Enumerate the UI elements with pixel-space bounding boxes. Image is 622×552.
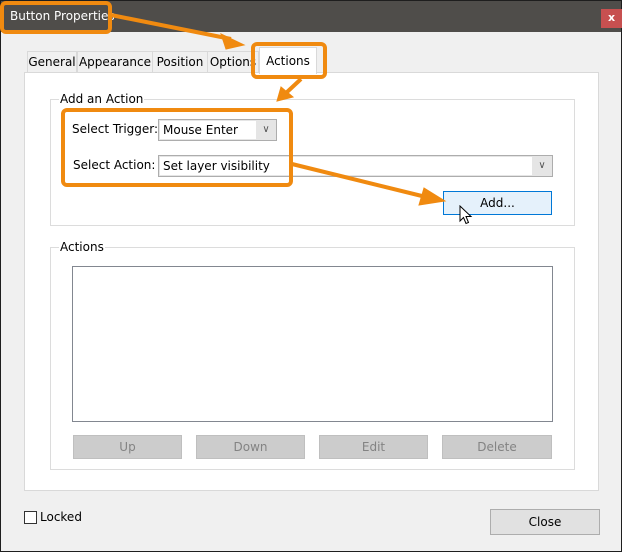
tab-appearance[interactable]: Appearance	[77, 51, 153, 73]
select-trigger-value: Mouse Enter	[160, 121, 256, 139]
tab-position[interactable]: Position	[152, 51, 208, 73]
tab-label: Position	[156, 55, 204, 69]
arrowhead-title-to-tab	[220, 33, 246, 50]
tab-options[interactable]: Options	[207, 51, 259, 73]
edit-action-button-label: Edit	[361, 440, 386, 454]
close-button-label: Close	[528, 515, 562, 529]
select-trigger-label: Select Trigger:	[72, 122, 159, 136]
tab-label: Options	[209, 55, 257, 69]
actions-tab-panel: Add an Action Select Trigger: Mouse Ente…	[24, 72, 599, 491]
title-bar: Button Properties x	[1, 1, 622, 32]
select-action-dropdown[interactable]: Set layer visibility ∨	[158, 155, 553, 177]
add-action-group-label: Add an Action	[59, 92, 145, 106]
add-action-button[interactable]: Add...	[443, 191, 552, 215]
locked-label[interactable]: Locked	[40, 510, 82, 524]
delete-action-button[interactable]: Delete	[442, 435, 552, 459]
tab-label: Appearance	[78, 55, 152, 69]
select-trigger-dropdown[interactable]: Mouse Enter ∨	[158, 119, 277, 141]
tab-actions[interactable]: Actions	[259, 47, 317, 74]
add-action-button-label: Add...	[480, 196, 515, 210]
button-properties-dialog: Button Properties x General Appearance P…	[0, 0, 622, 552]
locked-checkbox[interactable]	[24, 511, 37, 524]
tab-general[interactable]: General	[27, 51, 77, 73]
select-action-label: Select Action:	[73, 158, 156, 172]
tab-label: Actions	[266, 54, 310, 68]
close-window-button[interactable]: x	[601, 9, 622, 28]
close-button[interactable]: Close	[490, 509, 600, 535]
move-down-button-label: Down	[233, 440, 268, 454]
edit-action-button[interactable]: Edit	[319, 435, 428, 459]
move-up-button[interactable]: Up	[73, 435, 182, 459]
select-action-value: Set layer visibility	[160, 157, 532, 175]
actions-group-label: Actions	[59, 240, 105, 254]
tab-label: General	[28, 55, 76, 69]
close-icon: x	[607, 11, 616, 24]
add-action-group: Add an Action Select Trigger: Mouse Ente…	[50, 92, 575, 226]
chevron-down-icon: ∨	[538, 160, 546, 171]
move-down-button[interactable]: Down	[196, 435, 305, 459]
window-title: Button Properties	[10, 9, 115, 23]
actions-list[interactable]	[72, 266, 553, 422]
delete-action-button-label: Delete	[477, 440, 517, 454]
actions-group: Actions Up Down Edit Delete	[50, 240, 575, 470]
move-up-button-label: Up	[119, 440, 136, 454]
chevron-down-icon: ∨	[262, 124, 270, 135]
